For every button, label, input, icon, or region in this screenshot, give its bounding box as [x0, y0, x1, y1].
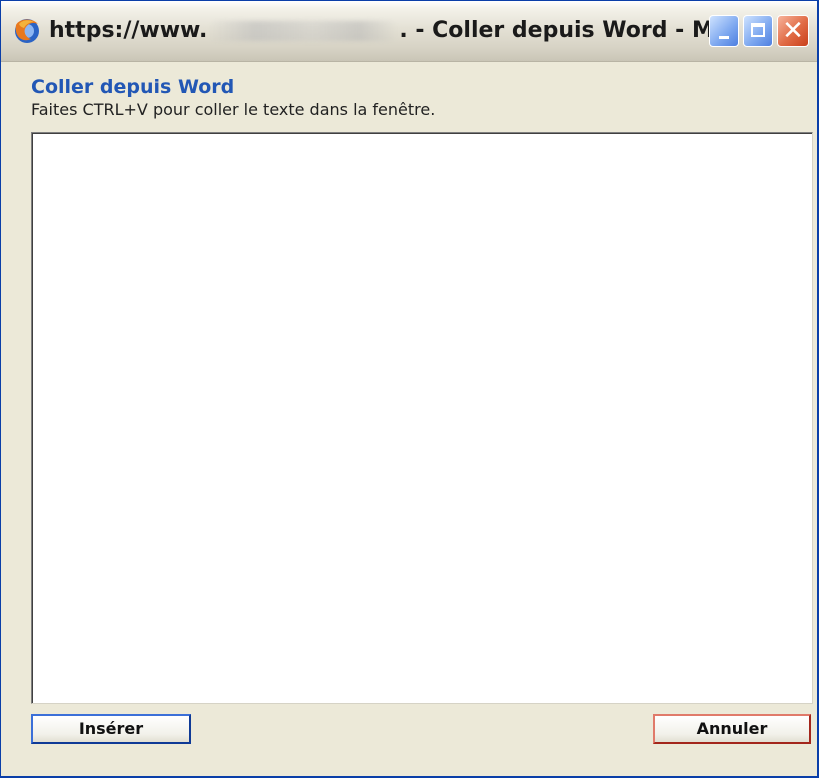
redacted-domain — [209, 21, 398, 41]
insert-button[interactable]: Insérer — [31, 714, 191, 744]
popup-window: https://www. . - Coller depuis Word - M..… — [0, 0, 819, 778]
dialog-heading: Coller depuis Word — [31, 76, 235, 98]
cancel-button[interactable]: Annuler — [653, 714, 811, 744]
window-title: https://www. . - Coller depuis Word - M..… — [49, 15, 739, 47]
paste-textarea[interactable] — [31, 132, 813, 704]
close-button[interactable]: ✕ — [777, 15, 809, 47]
maximize-icon — [751, 23, 765, 37]
maximize-button[interactable] — [743, 15, 773, 47]
minimize-button[interactable] — [709, 15, 739, 47]
title-bar[interactable]: https://www. . - Coller depuis Word - M..… — [1, 1, 817, 62]
minimize-icon — [719, 36, 729, 39]
window-title-suffix: . - Coller depuis Word - M... — [399, 18, 739, 43]
firefox-icon — [15, 19, 39, 43]
instructions-text: Faites CTRL+V pour coller le texte dans … — [31, 100, 436, 119]
close-icon: ✕ — [782, 16, 804, 46]
window-title-prefix: https://www. — [49, 18, 208, 43]
dialog-content: Coller depuis Word Faites CTRL+V pour co… — [1, 62, 817, 776]
